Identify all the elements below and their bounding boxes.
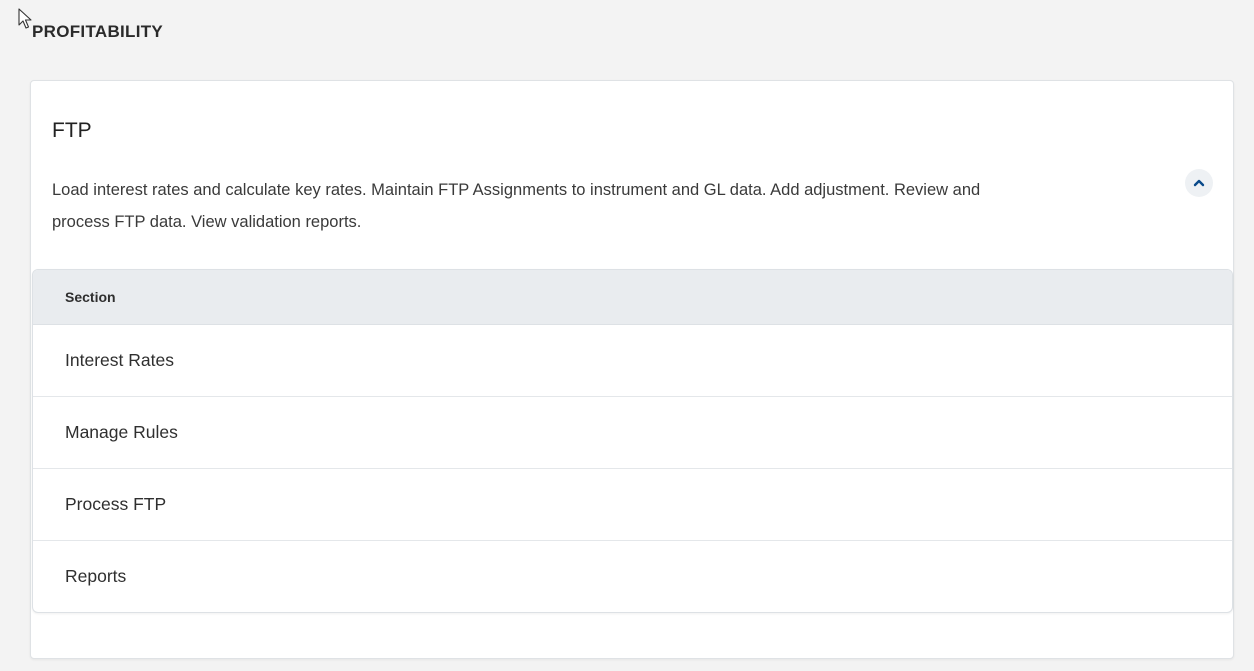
- card-title: FTP: [52, 119, 92, 142]
- card-description: Load interest rates and calculate key ra…: [52, 181, 981, 231]
- page: PROFITABILITY FTP Load interest rates an…: [0, 0, 1254, 671]
- table-row-manage-rules[interactable]: Manage Rules: [33, 397, 1232, 469]
- ftp-card: FTP Load interest rates and calculate ke…: [30, 80, 1234, 659]
- section-title: PROFITABILITY: [32, 22, 164, 41]
- table-header-section: Section: [33, 270, 1232, 325]
- section-table: Section Interest Rates Manage Rules Proc…: [32, 269, 1233, 613]
- table-row-reports[interactable]: Reports: [33, 541, 1232, 612]
- table-row-interest-rates[interactable]: Interest Rates: [33, 325, 1232, 397]
- chevron-up-icon: [1193, 179, 1205, 187]
- collapse-button[interactable]: [1185, 169, 1213, 197]
- table-row-process-ftp[interactable]: Process FTP: [33, 469, 1232, 541]
